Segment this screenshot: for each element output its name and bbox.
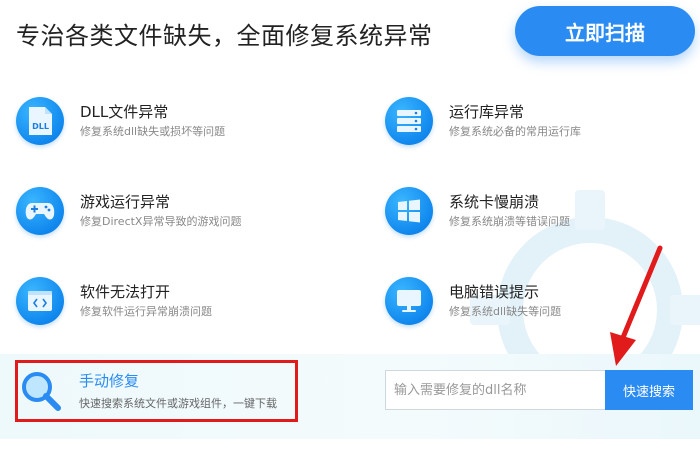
- monitor-icon: [385, 277, 433, 325]
- code-window-icon: [16, 277, 64, 325]
- repair-item-desc: 修复系统dll缺失等问题: [449, 305, 562, 318]
- repair-item-title: 软件无法打开: [80, 283, 171, 301]
- scan-now-button[interactable]: 立即扫描: [515, 6, 695, 56]
- dll-icon-label: DLL: [32, 122, 49, 131]
- repair-item-software[interactable]: 软件无法打开 修复软件运行异常崩溃问题: [16, 277, 212, 325]
- gamepad-icon: [16, 187, 64, 235]
- highlight-box: [15, 360, 298, 422]
- dll-search-input[interactable]: [385, 370, 607, 410]
- page-headline: 专治各类文件缺失，全面修复系统异常: [16, 22, 433, 50]
- repair-item-error-prompt[interactable]: 电脑错误提示 修复系统dll缺失等问题: [385, 277, 561, 325]
- repair-item-title: 游戏运行异常: [80, 193, 171, 211]
- repair-item-game[interactable]: 游戏运行异常 修复DirectX异常导致的游戏问题: [16, 187, 241, 235]
- windows-logo-icon: [385, 187, 433, 235]
- server-stack-icon: [385, 97, 433, 145]
- repair-item-desc: 修复系统崩溃等错误问题: [449, 215, 570, 228]
- quick-search-button[interactable]: 快速搜索: [605, 370, 693, 410]
- repair-item-desc: 修复系统必备的常用运行库: [449, 125, 581, 138]
- repair-item-title: DLL文件异常: [80, 103, 169, 121]
- repair-item-title: 电脑错误提示: [449, 283, 540, 301]
- repair-item-desc: 修复软件运行异常崩溃问题: [80, 305, 212, 318]
- repair-item-system-crash[interactable]: 系统卡慢崩溃 修复系统崩溃等错误问题: [385, 187, 570, 235]
- repair-item-desc: 修复系统dll缺失或损坏等问题: [80, 125, 226, 138]
- repair-item-desc: 修复DirectX异常导致的游戏问题: [80, 215, 242, 228]
- repair-item-dll[interactable]: DLL DLL文件异常 修复系统dll缺失或损坏等问题: [16, 97, 225, 145]
- repair-item-title: 系统卡慢崩溃: [449, 193, 540, 211]
- dll-file-icon: DLL: [16, 97, 64, 145]
- repair-item-runtime[interactable]: 运行库异常 修复系统必备的常用运行库: [385, 97, 581, 145]
- repair-item-title: 运行库异常: [449, 103, 525, 121]
- red-arrow-annotation: [610, 245, 663, 366]
